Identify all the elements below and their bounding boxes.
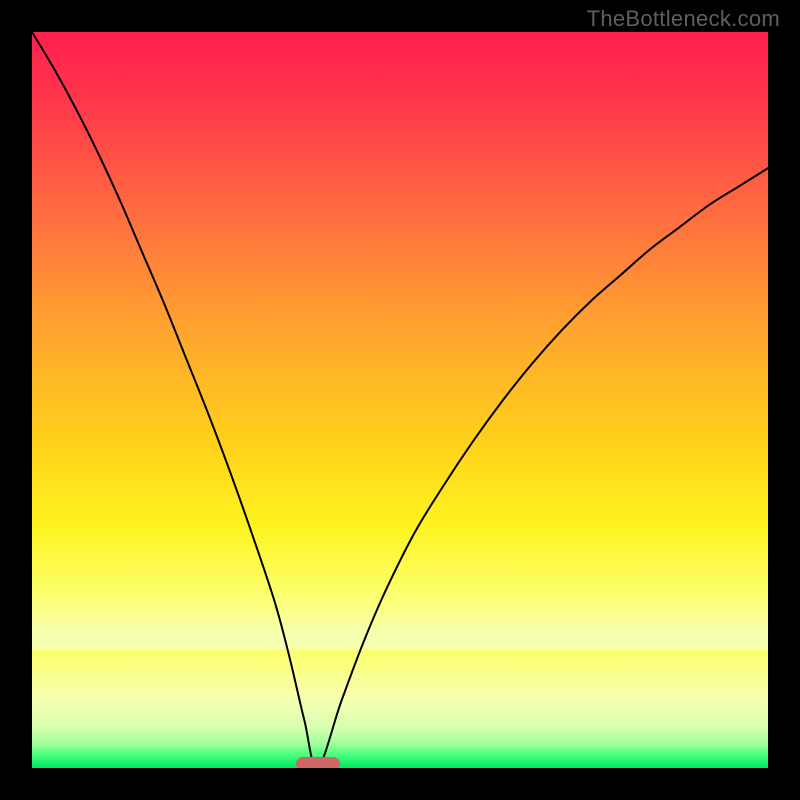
watermark-text: TheBottleneck.com <box>587 6 780 32</box>
curve-svg <box>32 32 768 768</box>
bottleneck-curve <box>32 32 768 768</box>
outer-frame: TheBottleneck.com <box>0 0 800 800</box>
bottleneck-marker <box>296 757 340 768</box>
plot-area <box>32 32 768 768</box>
